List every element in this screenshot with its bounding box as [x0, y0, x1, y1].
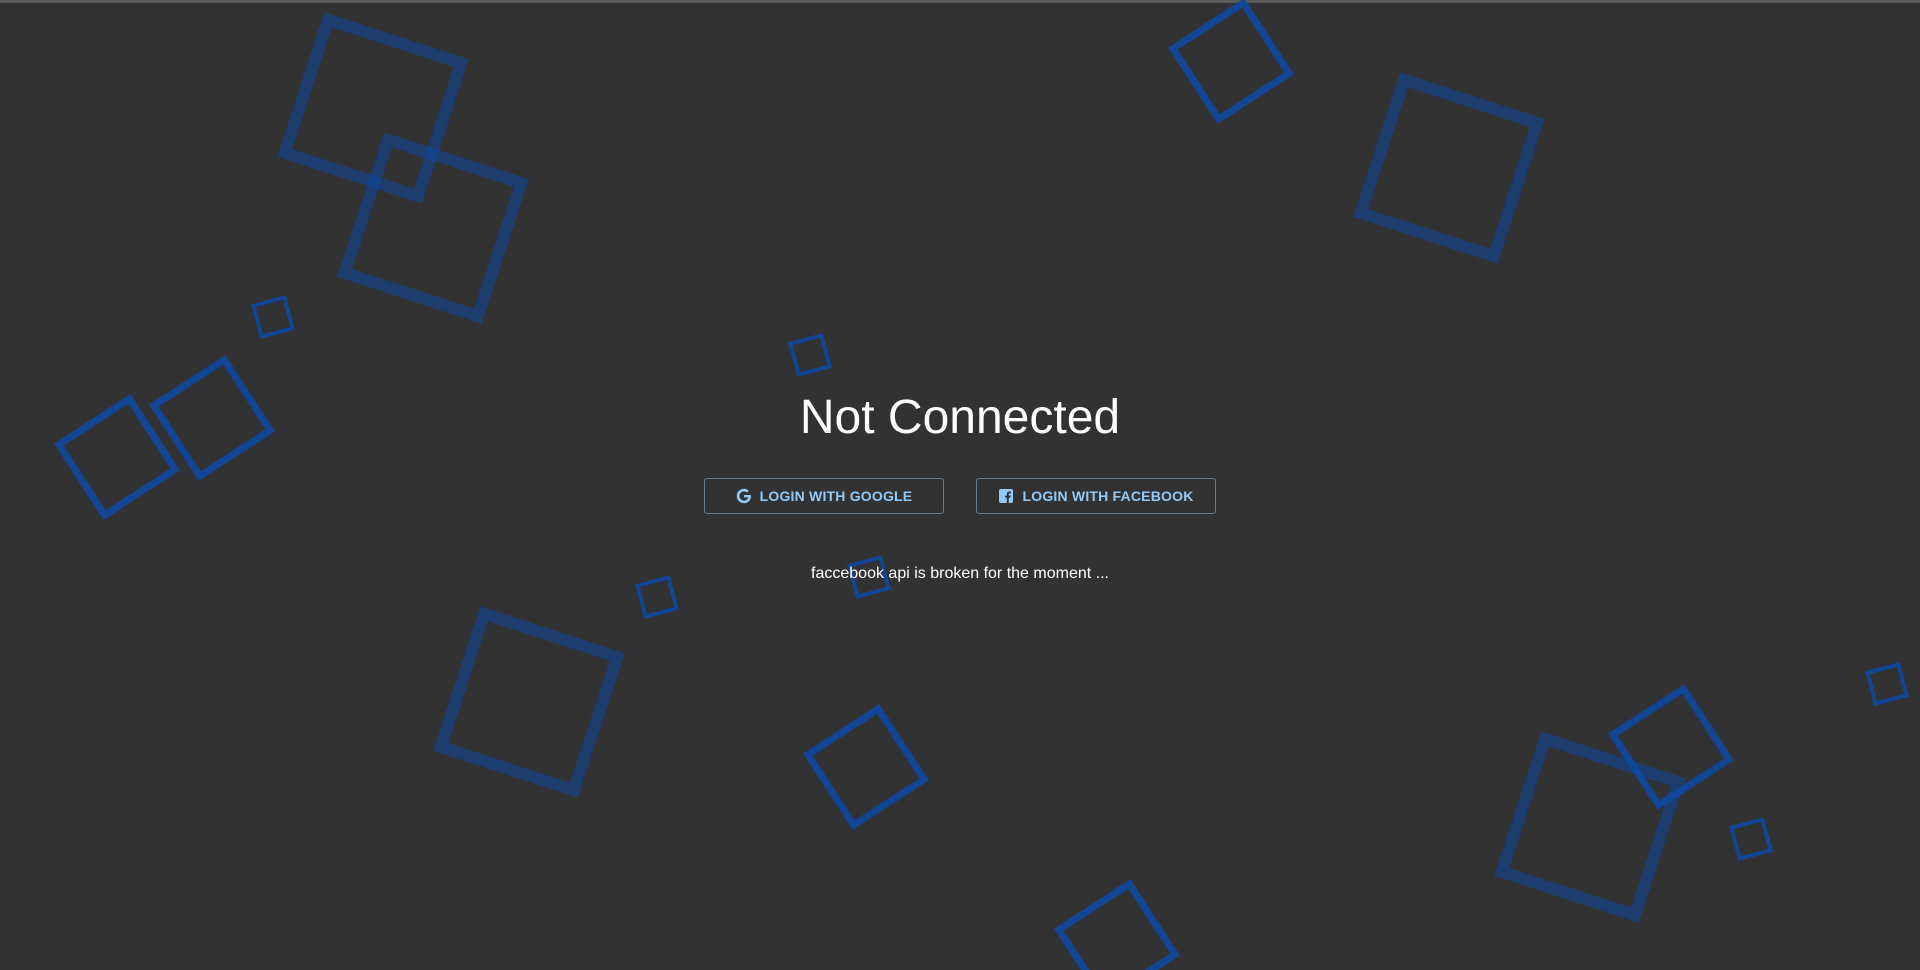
- login-google-label: LOGIN WITH GOOGLE: [759, 488, 913, 504]
- facebook-icon: [998, 488, 1014, 504]
- login-panel: Not Connected LOGIN WITH GOOGLE LOGIN WI…: [0, 0, 1920, 970]
- login-google-button[interactable]: LOGIN WITH GOOGLE: [704, 478, 944, 514]
- google-icon: [736, 488, 752, 504]
- page-title: Not Connected: [799, 391, 1121, 444]
- login-facebook-label: LOGIN WITH FACEBOOK: [1022, 488, 1194, 504]
- facebook-api-note: faccebook api is broken for the moment .…: [811, 565, 1109, 582]
- login-facebook-button[interactable]: LOGIN WITH FACEBOOK: [976, 478, 1216, 514]
